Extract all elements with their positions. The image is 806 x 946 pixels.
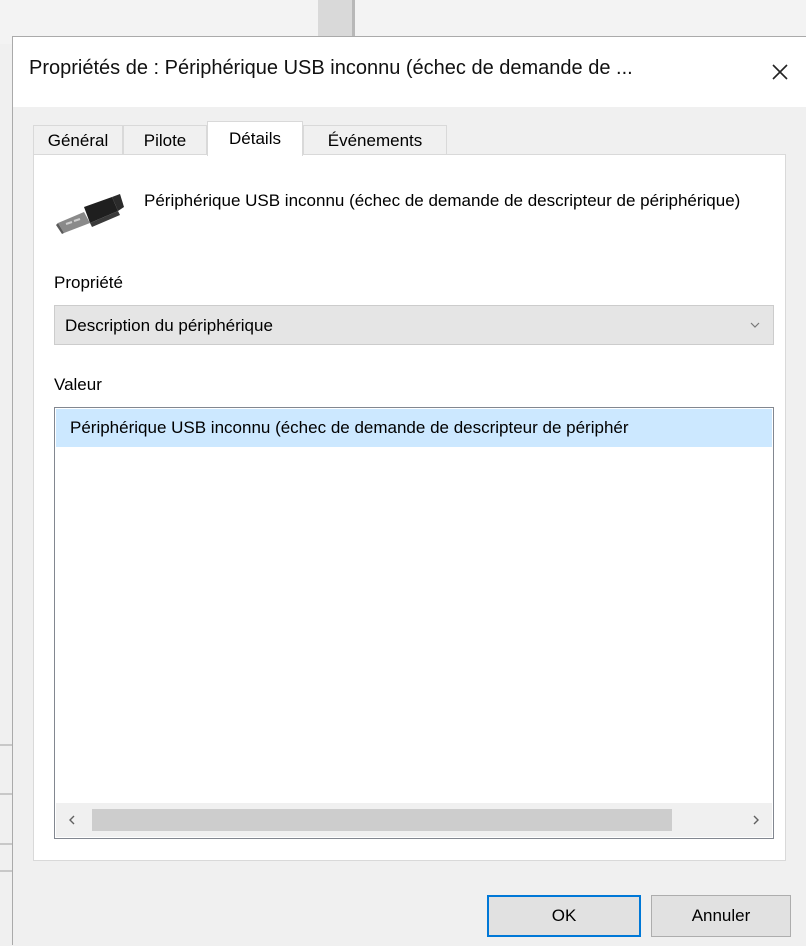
property-label: Propriété [54,273,123,292]
device-name: Périphérique USB inconnu (échec de deman… [144,191,741,210]
close-icon [772,64,788,80]
dialog-body: Général Pilote Détails Événements Périph… [13,107,806,946]
usb-icon [56,194,124,234]
property-select[interactable]: Description du périphérique [54,305,774,345]
chevron-down-icon [750,322,760,328]
list-item[interactable]: Périphérique USB inconnu (échec de deman… [56,409,772,447]
tab-details[interactable]: Détails [207,121,303,156]
property-select-value: Description du périphérique [65,316,273,335]
chevron-left-icon [69,815,75,825]
tab-strip: Général Pilote Détails Événements [33,121,793,156]
scroll-right-button[interactable] [740,803,772,837]
title-bar[interactable]: Propriétés de : Périphérique USB inconnu… [13,37,806,107]
scroll-left-button[interactable] [56,803,88,837]
scroll-thumb[interactable] [92,809,672,831]
details-panel: Périphérique USB inconnu (échec de deman… [33,154,786,861]
window-title: Propriétés de : Périphérique USB inconnu… [29,57,633,79]
tab-events[interactable]: Événements [303,125,447,155]
tab-general[interactable]: Général [33,125,123,155]
cancel-button[interactable]: Annuler [651,895,791,937]
horizontal-scrollbar[interactable] [56,803,772,837]
ok-button[interactable]: OK [487,895,641,937]
properties-dialog: Propriétés de : Périphérique USB inconnu… [12,36,806,946]
tab-driver[interactable]: Pilote [123,125,207,155]
value-listbox[interactable]: Périphérique USB inconnu (échec de deman… [54,407,774,839]
close-button[interactable] [757,47,803,97]
value-label: Valeur [54,375,102,394]
chevron-right-icon [753,815,759,825]
